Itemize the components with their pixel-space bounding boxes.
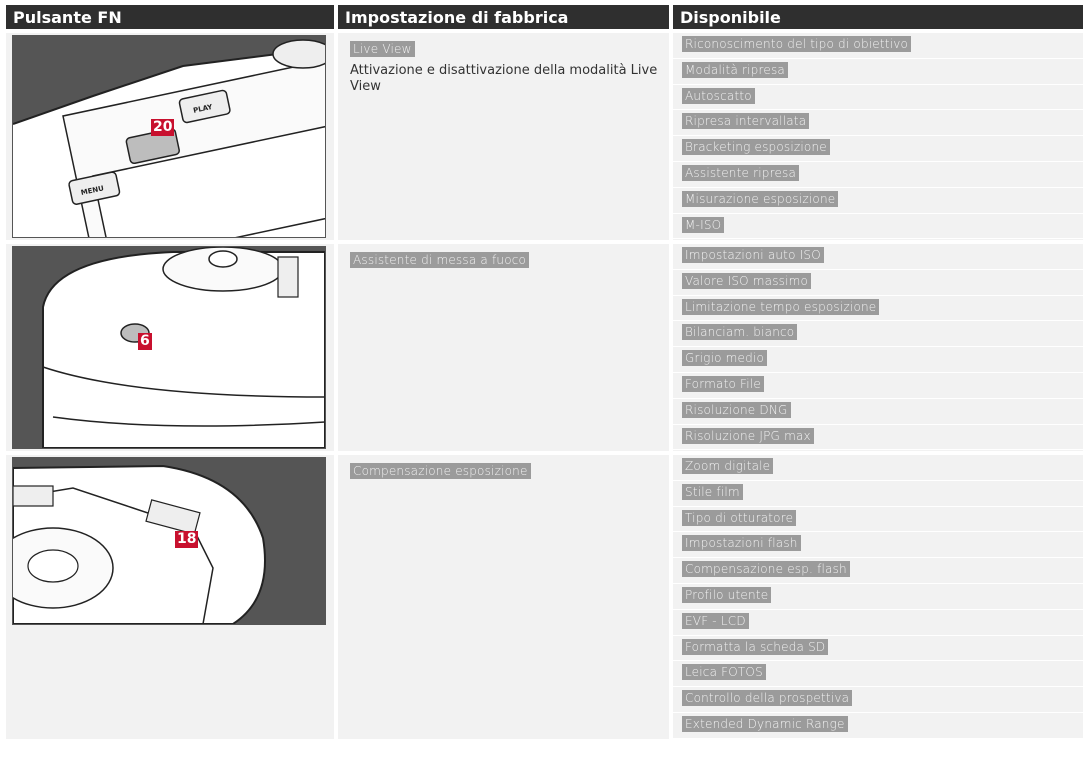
header-row: Pulsante FN Impostazione di fabbrica Dis… [6, 5, 1083, 29]
list-item: Risoluzione JPG max [673, 425, 1083, 451]
factory-cell: Live View Attivazione e disattivazione d… [338, 29, 673, 240]
list-item: Compensazione esp. flash [673, 558, 1083, 584]
header-fn-button: Pulsante FN [6, 5, 338, 29]
list-item: Valore ISO massimo [673, 270, 1083, 296]
list-item: Impostazioni auto ISO [673, 244, 1083, 270]
available-cell: Impostazioni auto ISO Valore ISO massimo… [673, 240, 1083, 451]
camera-top-illustration: MENU PLAY 20 [12, 35, 326, 238]
list-item: Extended Dynamic Range [673, 713, 1083, 739]
table-row: 18 Compensazione esposizione Zoom digita… [6, 451, 1083, 739]
factory-cell: Assistente di messa a fuoco [338, 240, 673, 451]
list-item: Modalità ripresa [673, 59, 1083, 85]
list-item: Zoom digitale [673, 455, 1083, 481]
list-item: Misurazione esposizione [673, 188, 1083, 214]
callout-badge: 6 [138, 333, 152, 350]
list-item: Autoscatto [673, 85, 1083, 111]
list-item: Profilo utente [673, 584, 1083, 610]
list-item: Formato File [673, 373, 1083, 399]
list-item: Leica FOTOS [673, 661, 1083, 688]
factory-setting-tag: Live View [350, 41, 415, 57]
list-item: Riconoscimento del tipo di obiettivo [673, 33, 1083, 59]
list-item: Bilanciam. bianco [673, 321, 1083, 348]
list-item: Limitazione tempo esposizione [673, 296, 1083, 322]
factory-setting-tag: Compensazione esposizione [350, 463, 531, 479]
list-item: M-ISO [673, 214, 1083, 240]
list-item: Assistente ripresa [673, 162, 1083, 188]
list-item: Tipo di otturatore [673, 507, 1083, 533]
factory-setting-tag: Assistente di messa a fuoco [350, 252, 530, 268]
list-item: Grigio medio [673, 347, 1083, 373]
list-item: Risoluzione DNG [673, 399, 1083, 425]
image-cell: 6 [6, 240, 338, 451]
header-available: Disponibile [673, 5, 1083, 29]
list-item: EVF - LCD [673, 610, 1083, 636]
factory-cell: Compensazione esposizione [338, 451, 673, 739]
callout-badge: 18 [175, 531, 199, 548]
table-row: MENU PLAY 20 Live View Attivazione e dis… [6, 29, 1083, 240]
camera-dial-illustration: 18 [12, 457, 326, 625]
available-cell: Zoom digitale Stile film Tipo di otturat… [673, 451, 1083, 739]
list-item: Impostazioni flash [673, 532, 1083, 559]
list-item: Ripresa intervallata [673, 110, 1083, 137]
table-row: 6 Assistente di messa a fuoco Impostazio… [6, 240, 1083, 451]
image-cell: MENU PLAY 20 [6, 29, 338, 240]
factory-setting-description: Attivazione e disattivazione della modal… [350, 63, 658, 94]
list-item: Controllo della prospettiva [673, 687, 1083, 713]
list-item: Bracketing esposizione [673, 136, 1083, 162]
page: Pulsante FN Impostazione di fabbrica Dis… [6, 5, 1083, 753]
header-factory-setting: Impostazione di fabbrica [338, 5, 673, 29]
list-item: Stile film [673, 481, 1083, 507]
list-item: Formatta la scheda SD [673, 636, 1083, 662]
camera-side-illustration: 6 [12, 246, 326, 449]
callout-badge: 20 [151, 119, 175, 136]
image-cell: 18 [6, 451, 338, 739]
fn-button-table: Pulsante FN Impostazione di fabbrica Dis… [6, 5, 1083, 739]
available-cell: Riconoscimento del tipo di obiettivo Mod… [673, 29, 1083, 240]
